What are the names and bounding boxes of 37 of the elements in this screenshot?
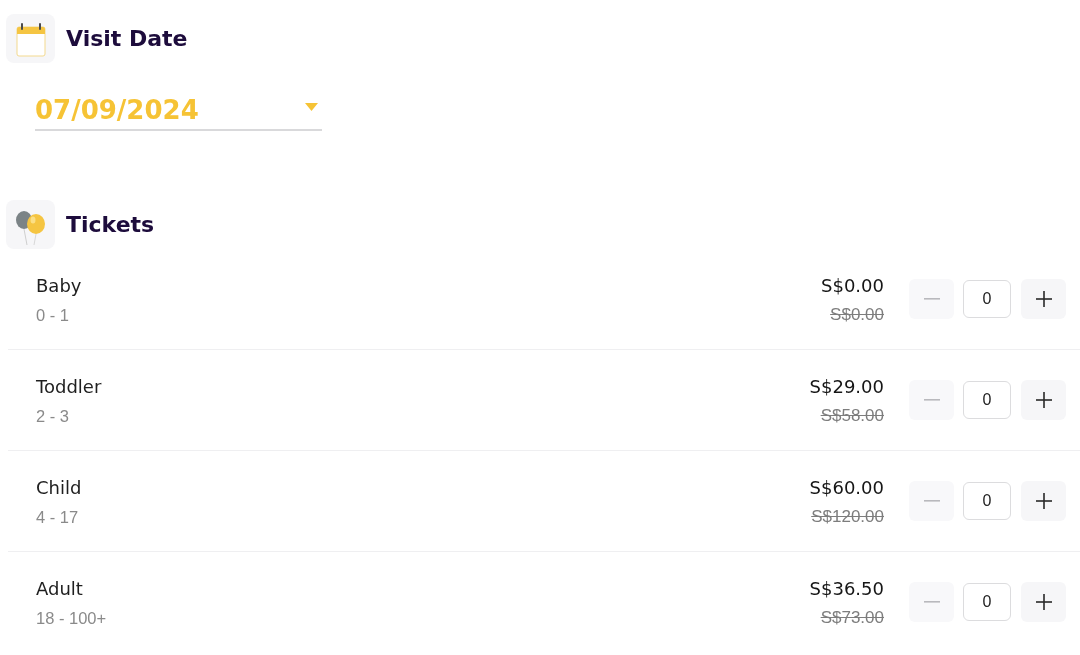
balloon-icon [6, 200, 55, 249]
quantity-field[interactable]: 0 [963, 280, 1011, 318]
ticket-name: Baby [36, 273, 82, 298]
age-range: 2 - 3 [36, 405, 70, 426]
section-title: Tickets [66, 210, 155, 239]
age-range: 0 - 1 [36, 304, 70, 325]
ticket-price: S$60.00 [809, 475, 884, 500]
calendar-icon [6, 14, 55, 63]
minus-icon [923, 298, 940, 300]
increase-button[interactable] [1021, 279, 1066, 319]
minus-icon [923, 601, 940, 603]
ticket-name: Adult [36, 576, 83, 601]
quantity-field[interactable]: 0 [963, 583, 1011, 621]
age-range: 18 - 100+ [36, 607, 107, 628]
ticket-name: Toddler [36, 374, 102, 399]
ticket-name: Child [36, 475, 82, 500]
plus-icon [1035, 392, 1052, 408]
ticket-price: S$0.00 [821, 273, 884, 298]
minus-icon [923, 500, 940, 502]
section-title: Visit Date [66, 24, 188, 53]
ticket-price: S$36.50 [809, 576, 884, 601]
ticket-price: S$29.00 [809, 374, 884, 399]
plus-icon [1035, 493, 1052, 509]
plus-icon [1035, 594, 1052, 610]
quantity-field[interactable]: 0 [963, 381, 1011, 419]
caret-icon [305, 103, 318, 111]
age-range: 4 - 17 [36, 506, 79, 527]
minus-icon [923, 399, 940, 401]
original-price: S$73.00 [820, 607, 884, 628]
increase-button[interactable] [1021, 481, 1066, 521]
original-price: S$58.00 [820, 405, 884, 426]
original-price: S$120.00 [811, 506, 884, 527]
increase-button[interactable] [1021, 380, 1066, 420]
plus-icon [1035, 291, 1052, 307]
increase-button[interactable] [1021, 582, 1066, 622]
original-price: S$0.00 [830, 304, 884, 325]
quantity-field[interactable]: 0 [963, 482, 1011, 520]
